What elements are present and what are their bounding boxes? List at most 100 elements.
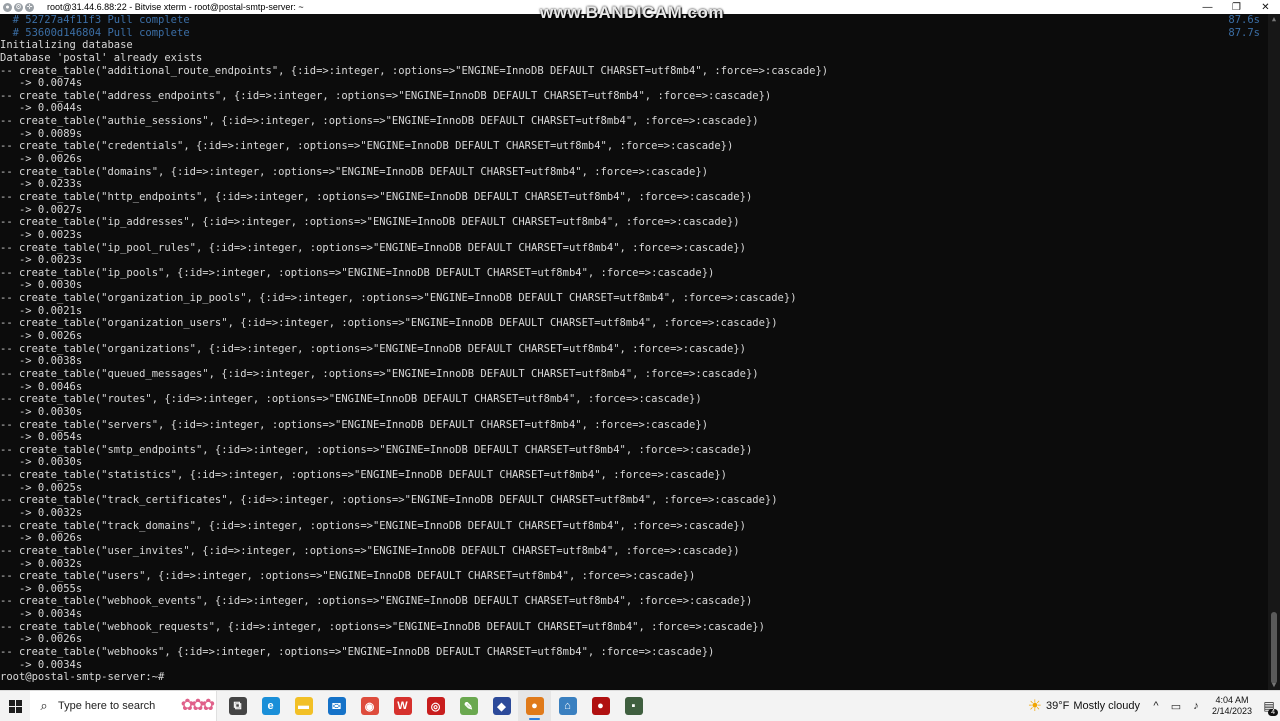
terminal-line: -- create_table("additional_route_endpoi… [0, 65, 1268, 78]
terminal-line-text: -> 0.0026s [0, 633, 83, 646]
terminal-line-text: -- create_table("ip_pools", {:id=>:integ… [0, 266, 715, 279]
search-highlight-flowers-icon: ✿✿✿ [180, 697, 215, 714]
clock-date: 2/14/2023 [1211, 706, 1252, 716]
terminal-line-text: -> 0.0044s [0, 102, 83, 115]
scroll-up-arrow-icon[interactable]: ▲ [1268, 14, 1280, 24]
terminal-line-text: -> 0.0030s [0, 279, 83, 292]
terminal-line: -> 0.0074s [0, 77, 1268, 90]
bandicam-watermark: www.BANDICAM.com [540, 3, 724, 22]
weather-widget[interactable]: ☀ 39°F Mostly cloudy [1022, 696, 1146, 716]
mail-icon: ✉ [327, 697, 346, 715]
terminal-line-text: -> 0.0034s [0, 658, 83, 671]
settings-icon[interactable]: ⚙ [14, 2, 23, 12]
taskbar-app-button[interactable]: ⧉ [221, 691, 254, 721]
terminal-line-text: -- create_table("organization_ip_pools",… [0, 292, 797, 305]
terminal-output[interactable]: # 52727a4f11f3 Pull complete 87.6s # 5360… [0, 14, 1268, 690]
terminal-line: # 53600d146804 Pull complete 87.7s [0, 27, 1268, 40]
terminal-line: -> 0.0026s [0, 532, 1268, 545]
terminal-line-text: -> 0.0023s [0, 228, 83, 241]
taskbar-app-button[interactable]: ⌂ [551, 691, 584, 721]
terminal-line: -- create_table("webhooks", {:id=>:integ… [0, 646, 1268, 659]
wps-office-icon: W [393, 697, 412, 715]
taskbar-app-button[interactable]: ▪ [617, 691, 650, 721]
pull-duration: 87.6s [1228, 14, 1260, 26]
terminal-line: -> 0.0038s [0, 355, 1268, 368]
bitvise-app-icon[interactable]: ● [3, 2, 12, 12]
chrome-icon: ◉ [360, 697, 379, 715]
terminal-line: -- create_table("organizations", {:id=>:… [0, 343, 1268, 356]
system-tray: ☀ 39°F Mostly cloudy ^ ▭ ♪ 4:04 AM 2/14/… [1022, 691, 1280, 721]
terminal-line-text: -- create_table("statistics", {:id=>:int… [0, 469, 727, 482]
terminal-line-text: -> 0.0038s [0, 355, 83, 368]
clock-time: 4:04 AM [1215, 695, 1249, 705]
terminal-line-text: -> 0.0032s [0, 506, 83, 519]
taskbar-app-button[interactable]: ● [584, 691, 617, 721]
terminal-line-text: -- create_table("user_invites", {:id=>:i… [0, 544, 740, 557]
move-icon[interactable]: ✛ [25, 2, 34, 12]
terminal-line-text: -- create_table("ip_addresses", {:id=>:i… [0, 216, 740, 229]
taskbar-app-button[interactable]: ● [518, 691, 551, 721]
network-icon[interactable]: ▭ [1168, 700, 1184, 713]
taskbar-app-button[interactable]: e [254, 691, 287, 721]
terminal-line: -- create_table("organization_users", {:… [0, 317, 1268, 330]
terminal-line-text: -> 0.0023s [0, 254, 83, 267]
windows-logo-icon [8, 699, 22, 713]
tray-overflow-chevron-icon[interactable]: ^ [1148, 700, 1164, 712]
terminal-line: -- create_table("smtp_endpoints", {:id=>… [0, 444, 1268, 457]
taskbar-app-button[interactable]: W [386, 691, 419, 721]
taskbar-app-button[interactable]: ◉ [353, 691, 386, 721]
scroll-thumb[interactable] [1271, 612, 1277, 684]
terminal-line: -> 0.0046s [0, 381, 1268, 394]
terminal-line-text: -> 0.0021s [0, 304, 83, 317]
bandicam-icon: ● [525, 697, 544, 715]
terminal-line-text: -- create_table("smtp_endpoints", {:id=>… [0, 443, 753, 456]
start-button[interactable] [0, 691, 30, 721]
taskbar-app-button[interactable]: ✉ [320, 691, 353, 721]
restore-button[interactable]: ❐ [1222, 0, 1251, 14]
terminal-line: -> 0.0030s [0, 279, 1268, 292]
terminal-line: -- create_table("track_certificates", {:… [0, 494, 1268, 507]
terminal-line: -> 0.0032s [0, 507, 1268, 520]
notification-center-icon[interactable]: ▤ 4 [1258, 699, 1280, 716]
file-explorer-icon: ▬ [294, 697, 313, 715]
terminal-line: -> 0.0026s [0, 153, 1268, 166]
taskbar-app-button[interactable]: ◆ [485, 691, 518, 721]
terminal-line-text: -- create_table("queued_messages", {:id=… [0, 367, 759, 380]
terminal-line-text: -> 0.0054s [0, 431, 83, 444]
terminal-line: -- create_table("ip_pool_rules", {:id=>:… [0, 242, 1268, 255]
minimize-button[interactable]: — [1193, 0, 1222, 14]
terminal-line-text: -- create_table("routes", {:id=>:integer… [0, 393, 702, 406]
terminal-line: Database 'postal' already exists [0, 52, 1268, 65]
taskbar-search-box[interactable]: ⌕ Type here to search ✿✿✿ [30, 691, 217, 721]
windows-taskbar: ⌕ Type here to search ✿✿✿ ⧉ e ▬ ✉ ◉ W ◎ ✎ ◆ ● ⌂ ● ▪ … [0, 690, 1280, 721]
terminal-line-text: -- create_table("track_domains", {:id=>:… [0, 519, 746, 532]
terminal-line: -- create_table("user_invites", {:id=>:i… [0, 545, 1268, 558]
terminal-line: -> 0.0021s [0, 305, 1268, 318]
terminal-line-text: -- create_table("address_endpoints", {:i… [0, 89, 772, 102]
terminal-line-text: -- create_table("webhook_requests", {:id… [0, 620, 765, 633]
volume-icon[interactable]: ♪ [1188, 700, 1204, 712]
taskbar-clock[interactable]: 4:04 AM 2/14/2023 [1206, 695, 1258, 717]
taskbar-app-button[interactable]: ▬ [287, 691, 320, 721]
terminal-line-text: Database 'postal' already exists [0, 51, 203, 64]
terminal-line-text: -> 0.0233s [0, 178, 83, 191]
terminal-line-text: -> 0.0027s [0, 203, 83, 216]
terminal-line-text: -> 0.0034s [0, 608, 83, 621]
close-button[interactable]: ✕ [1251, 0, 1280, 14]
terminal-line: -- create_table("credentials", {:id=>:in… [0, 140, 1268, 153]
terminal-line: -> 0.0025s [0, 482, 1268, 495]
taskbar-app-button[interactable]: ✎ [452, 691, 485, 721]
task-view-icon: ⧉ [228, 697, 247, 715]
terminal-line-text: # 53600d146804 Pull complete [0, 26, 190, 39]
terminal-line: -> 0.0030s [0, 456, 1268, 469]
terminal-line-text: -> 0.0026s [0, 153, 83, 166]
red-circle-app-icon: ◎ [426, 697, 445, 715]
scroll-down-arrow-icon[interactable]: ▼ [1268, 680, 1280, 690]
terminal-line-text: -- create_table("servers", {:id=>:intege… [0, 418, 709, 431]
search-placeholder: Type here to search [58, 700, 156, 712]
terminal-line: -> 0.0026s [0, 633, 1268, 646]
terminal-line: -- create_table("address_endpoints", {:i… [0, 90, 1268, 103]
pinned-apps: ⧉ e ▬ ✉ ◉ W ◎ ✎ ◆ ● ⌂ ● ▪ [221, 691, 650, 721]
terminal-scrollbar[interactable]: ▲ ▼ [1268, 14, 1280, 690]
taskbar-app-button[interactable]: ◎ [419, 691, 452, 721]
